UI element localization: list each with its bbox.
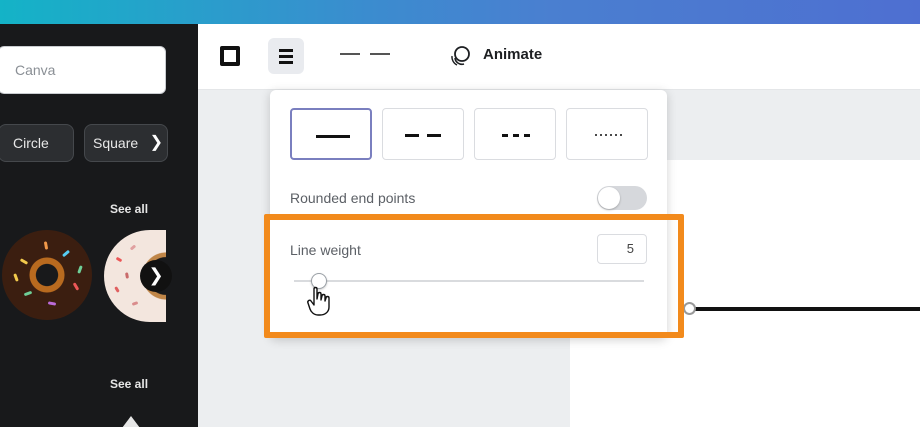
chevron-right-icon[interactable]: ❯ — [140, 260, 172, 292]
donut-graphic[interactable] — [2, 230, 92, 320]
toggle-knob — [598, 187, 620, 209]
canva-editor: Canva Circle Square ❯ See all ❯ See all … — [0, 0, 920, 427]
elements-sidebar: Canva Circle Square ❯ See all ❯ See all — [0, 24, 198, 427]
triangle-shape-icon[interactable] — [119, 416, 143, 427]
chevron-right-icon[interactable]: ❯ — [150, 125, 163, 161]
editor-toolbar: Animate — [198, 24, 920, 90]
top-header-bar — [0, 0, 920, 24]
chip-circle-label: Circle — [13, 135, 49, 151]
animate-button[interactable]: Animate — [483, 46, 542, 63]
see-all-link[interactable]: See all — [110, 377, 148, 391]
line-endpoint-handle[interactable] — [683, 302, 696, 315]
search-input[interactable]: Canva — [0, 46, 166, 94]
line-style-short-dash-button[interactable] — [474, 108, 556, 160]
line-style-long-dash-button[interactable] — [382, 108, 464, 160]
line-style-icon[interactable] — [268, 38, 304, 74]
highlight-annotation — [264, 214, 684, 338]
animate-icon[interactable] — [448, 44, 472, 68]
border-style-icon[interactable] — [220, 46, 240, 66]
rounded-end-points-toggle[interactable] — [597, 186, 647, 210]
chip-square-label: Square — [93, 135, 139, 151]
chip-square[interactable]: Square ❯ — [84, 124, 168, 162]
see-all-link[interactable]: See all — [110, 202, 148, 216]
rounded-end-points-label: Rounded end points — [290, 190, 416, 206]
line-style-solid-button[interactable] — [290, 108, 372, 160]
line-style-dotted-button[interactable] — [566, 108, 648, 160]
dash-line-icon[interactable] — [340, 53, 398, 57]
line-element[interactable] — [690, 307, 920, 311]
chip-circle[interactable]: Circle — [0, 124, 74, 162]
